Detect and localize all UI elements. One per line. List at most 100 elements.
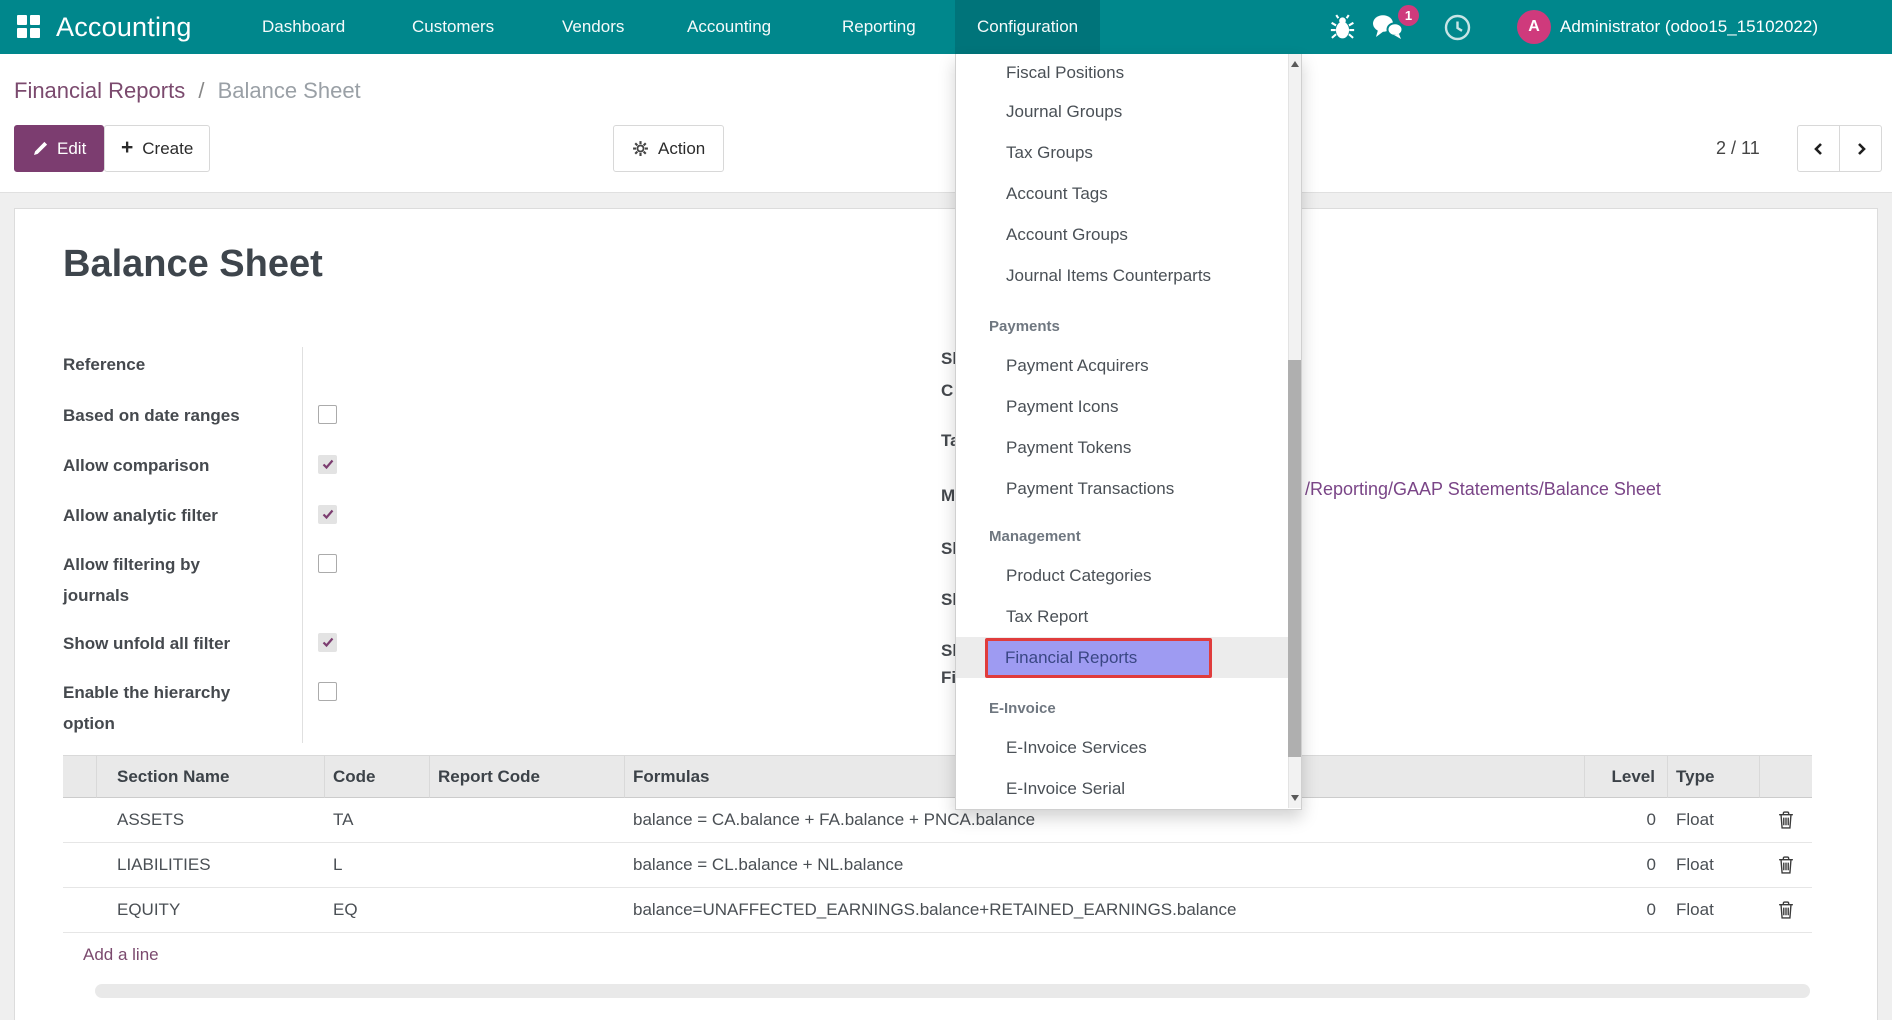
edit-button-label: Edit bbox=[57, 139, 86, 159]
pager-value[interactable]: 2 / 11 bbox=[1716, 125, 1760, 172]
user-avatar[interactable]: A bbox=[1517, 10, 1551, 44]
activities-clock-icon[interactable] bbox=[1444, 0, 1471, 54]
add-line-row: Add a line bbox=[63, 933, 1812, 977]
form-column-separator bbox=[302, 347, 303, 743]
row-handle[interactable] bbox=[63, 798, 97, 843]
report-lines-table: Section Name Code Report Code Formulas L… bbox=[63, 755, 1812, 977]
dropdown-item-e-invoice-services[interactable]: E-Invoice Services bbox=[956, 727, 1301, 768]
nav-item-customers[interactable]: Customers bbox=[390, 0, 516, 54]
cell-type[interactable]: Float bbox=[1668, 798, 1760, 843]
right-label-fragment-3: Ta bbox=[941, 431, 955, 451]
table-header-section-name[interactable]: Section Name bbox=[97, 755, 325, 798]
right-label-fragment-1: Sh bbox=[941, 349, 955, 369]
dropdown-item-tax-report[interactable]: Tax Report bbox=[956, 596, 1301, 637]
edit-button[interactable]: Edit bbox=[14, 125, 104, 172]
dropdown-item-tax-groups[interactable]: Tax Groups bbox=[956, 132, 1301, 173]
dropdown-item-account-groups[interactable]: Account Groups bbox=[956, 214, 1301, 255]
plus-icon: + bbox=[121, 137, 133, 158]
dropdown-item-journal-groups[interactable]: Journal Groups bbox=[956, 91, 1301, 132]
table-header-type[interactable]: Type bbox=[1668, 755, 1760, 798]
dropdown-item-payment-tokens[interactable]: Payment Tokens bbox=[956, 427, 1301, 468]
dropdown-scrollbar-thumb[interactable] bbox=[1288, 360, 1301, 757]
dropdown-item-e-invoice-serial[interactable]: E-Invoice Serial bbox=[956, 768, 1301, 809]
create-button-label: Create bbox=[142, 139, 193, 159]
cell-section-name[interactable]: LIABILITIES bbox=[97, 843, 325, 888]
delete-row-button[interactable] bbox=[1760, 843, 1812, 888]
checkbox-allow-filtering-by-journals[interactable] bbox=[318, 554, 337, 573]
nav-item-accounting[interactable]: Accounting bbox=[665, 0, 793, 54]
nav-item-configuration[interactable]: Configuration bbox=[955, 0, 1100, 54]
breadcrumb-current: Balance Sheet bbox=[218, 78, 361, 103]
horizontal-scrollbar[interactable] bbox=[95, 984, 1810, 998]
table-header-level[interactable]: Level bbox=[1585, 755, 1668, 798]
menu-item-path-link[interactable]: /Reporting/GAAP Statements/Balance Sheet bbox=[1305, 479, 1661, 500]
table-header-code[interactable]: Code bbox=[325, 755, 430, 798]
dropdown-item-account-tags[interactable]: Account Tags bbox=[956, 173, 1301, 214]
dropdown-item-journal-items-counterparts[interactable]: Journal Items Counterparts bbox=[956, 255, 1301, 296]
breadcrumb-financial-reports[interactable]: Financial Reports bbox=[14, 78, 185, 103]
field-label-show-unfold-all-filter: Show unfold all filter bbox=[63, 628, 270, 659]
action-menu-button[interactable]: Action bbox=[613, 125, 724, 172]
apps-grid-icon[interactable] bbox=[17, 15, 40, 38]
pager-next-button[interactable] bbox=[1839, 125, 1882, 172]
nav-item-reporting[interactable]: Reporting bbox=[820, 0, 938, 54]
dropdown-item-product-categories[interactable]: Product Categories bbox=[956, 555, 1301, 596]
cell-formulas[interactable]: balance = CL.balance + NL.balance bbox=[625, 843, 1585, 888]
checkbox-based-on-date-ranges[interactable] bbox=[318, 405, 337, 424]
table-header-report-code[interactable]: Report Code bbox=[430, 755, 625, 798]
trash-icon bbox=[1778, 856, 1794, 874]
pager-previous-button[interactable] bbox=[1797, 125, 1840, 172]
row-handle[interactable] bbox=[63, 843, 97, 888]
field-label-enable-hierarchy-option: Enable the hierarchy option bbox=[63, 677, 270, 739]
dropdown-item-fiscal-positions[interactable]: Fiscal Positions bbox=[956, 54, 1301, 91]
message-count-badge: 1 bbox=[1398, 5, 1419, 26]
right-label-fragment-4: M bbox=[941, 486, 955, 506]
debug-bug-icon[interactable] bbox=[1330, 0, 1355, 54]
dropdown-item-financial-reports[interactable]: Financial Reports bbox=[956, 637, 1301, 678]
cell-section-name[interactable]: EQUITY bbox=[97, 888, 325, 933]
create-button[interactable]: + Create bbox=[104, 125, 210, 172]
checkbox-show-unfold-all-filter[interactable] bbox=[318, 633, 337, 652]
field-label-based-on-date-ranges: Based on date ranges bbox=[63, 400, 270, 431]
table-header-actions bbox=[1760, 755, 1812, 798]
right-label-fragment-7: Sh bbox=[941, 641, 955, 661]
nav-item-vendors[interactable]: Vendors bbox=[540, 0, 646, 54]
cell-type[interactable]: Float bbox=[1668, 843, 1760, 888]
right-label-fragment-5: Sh bbox=[941, 539, 955, 559]
chevron-left-icon bbox=[1810, 140, 1828, 158]
cell-code[interactable]: TA bbox=[325, 798, 430, 843]
cell-report-code[interactable] bbox=[430, 843, 625, 888]
app-name[interactable]: Accounting bbox=[56, 0, 192, 54]
delete-row-button[interactable] bbox=[1760, 798, 1812, 843]
cell-report-code[interactable] bbox=[430, 798, 625, 843]
dropdown-item-payment-acquirers[interactable]: Payment Acquirers bbox=[956, 345, 1301, 386]
row-handle[interactable] bbox=[63, 888, 97, 933]
cell-section-name[interactable]: ASSETS bbox=[97, 798, 325, 843]
dropdown-section-e-invoice: E-Invoice bbox=[956, 678, 1301, 727]
checkbox-allow-analytic-filter[interactable] bbox=[318, 505, 337, 524]
breadcrumb-separator: / bbox=[191, 78, 211, 103]
add-a-line-link[interactable]: Add a line bbox=[83, 945, 159, 965]
dropdown-scrollbar[interactable] bbox=[1288, 54, 1301, 808]
delete-row-button[interactable] bbox=[1760, 888, 1812, 933]
cell-code[interactable]: EQ bbox=[325, 888, 430, 933]
dropdown-item-payment-transactions[interactable]: Payment Transactions bbox=[956, 468, 1301, 509]
cell-level[interactable]: 0 bbox=[1585, 843, 1668, 888]
dropdown-item-payment-icons[interactable]: Payment Icons bbox=[956, 386, 1301, 427]
cell-level[interactable]: 0 bbox=[1585, 798, 1668, 843]
checkbox-allow-comparison[interactable] bbox=[318, 455, 337, 474]
user-menu[interactable]: Administrator (odoo15_15102022) bbox=[1560, 0, 1818, 54]
scroll-down-icon[interactable] bbox=[1291, 795, 1299, 801]
app-window: Accounting Dashboard Customers Vendors A… bbox=[0, 0, 1892, 1020]
cell-type[interactable]: Float bbox=[1668, 888, 1760, 933]
cell-report-code[interactable] bbox=[430, 888, 625, 933]
cell-formulas[interactable]: balance=UNAFFECTED_EARNINGS.balance+RETA… bbox=[625, 888, 1585, 933]
scroll-up-icon[interactable] bbox=[1291, 61, 1299, 67]
selected-item-highlight: Financial Reports bbox=[985, 638, 1212, 678]
nav-item-dashboard[interactable]: Dashboard bbox=[240, 0, 367, 54]
cell-code[interactable]: L bbox=[325, 843, 430, 888]
checkbox-enable-hierarchy-option[interactable] bbox=[318, 682, 337, 701]
field-label-allow-analytic-filter: Allow analytic filter bbox=[63, 500, 270, 531]
dropdown-section-management: Management bbox=[956, 509, 1301, 555]
cell-level[interactable]: 0 bbox=[1585, 888, 1668, 933]
